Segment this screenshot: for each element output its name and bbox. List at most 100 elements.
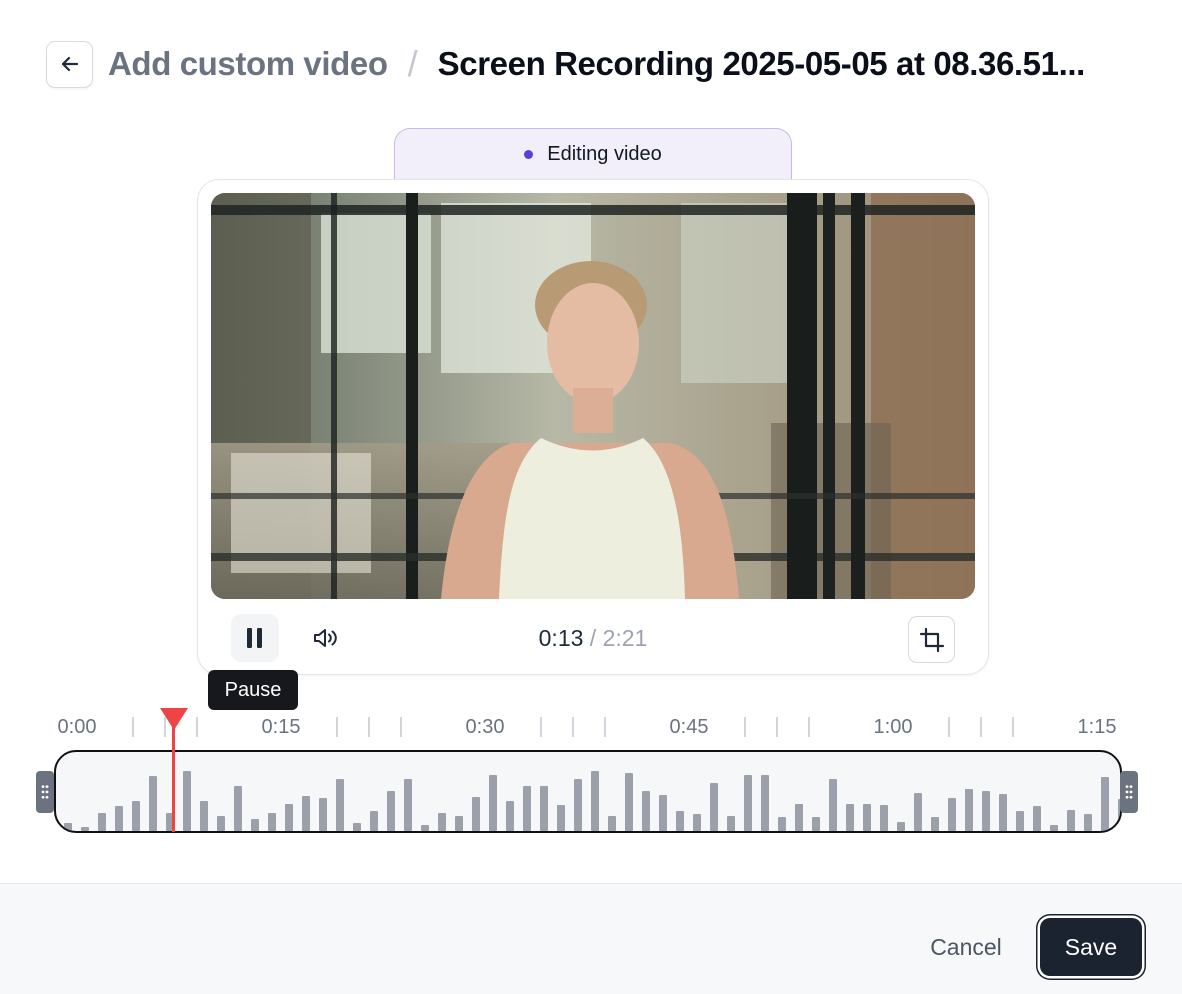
- trim-handle-end[interactable]: [1120, 771, 1138, 813]
- waveform-bar: [336, 779, 344, 831]
- waveform-bar: [710, 783, 718, 831]
- video-frame-image: [211, 193, 975, 599]
- waveform-bar: [1067, 810, 1075, 831]
- timeline-tick: [948, 717, 950, 737]
- waveform-bar: [1033, 806, 1041, 831]
- time-display: 0:13 / 2:21: [198, 625, 988, 652]
- waveform-bar: [506, 801, 514, 831]
- waveform-bar: [574, 779, 582, 831]
- waveform-bar: [846, 804, 854, 831]
- waveform-bar: [455, 816, 463, 831]
- waveform-bar: [727, 816, 735, 831]
- waveform-bar: [625, 773, 633, 831]
- status-dot: [524, 150, 534, 159]
- waveform-bar: [319, 798, 327, 831]
- waveform-track[interactable]: [54, 750, 1122, 833]
- waveform-bar: [540, 786, 548, 831]
- waveform-bar: [234, 786, 242, 831]
- grip-icon: [1125, 784, 1133, 800]
- waveform-bar: [676, 811, 684, 831]
- waveform-bar: [268, 813, 276, 831]
- waveform: [64, 771, 1120, 831]
- waveform-bar: [659, 795, 667, 831]
- breadcrumb-separator: /: [407, 43, 418, 84]
- waveform-bar: [557, 805, 565, 831]
- timeline-tick: [1012, 717, 1014, 737]
- waveform-bar: [863, 804, 871, 831]
- waveform-bar: [965, 789, 973, 831]
- timeline-label: 0:30: [465, 716, 505, 738]
- waveform-bar: [812, 817, 820, 831]
- waveform-bar: [523, 786, 531, 831]
- current-time: 0:13: [538, 625, 584, 651]
- timeline-tick: [400, 717, 402, 737]
- grip-icon: [41, 784, 49, 800]
- timeline-label: 0:00: [57, 716, 97, 738]
- video-player-card: 0:13 / 2:21: [197, 179, 989, 675]
- timeline[interactable]: 0:00 0:15 0:30 0:45 1:00 1:15: [0, 700, 1182, 850]
- waveform-bar: [744, 775, 752, 831]
- waveform-bar: [251, 819, 259, 831]
- waveform-bar: [948, 798, 956, 831]
- editing-status-tab: Editing video: [394, 128, 792, 184]
- waveform-bar: [642, 791, 650, 831]
- waveform-bar: [914, 793, 922, 831]
- waveform-bar: [285, 804, 293, 831]
- trim-handle-start[interactable]: [36, 771, 54, 813]
- duration: 2:21: [602, 625, 648, 651]
- crop-button[interactable]: [908, 616, 955, 663]
- timeline-tick: [980, 717, 982, 737]
- video-preview[interactable]: [211, 193, 975, 599]
- timeline-label: 0:45: [669, 716, 709, 738]
- waveform-bar: [149, 776, 157, 831]
- timeline-tick: [196, 717, 198, 737]
- cancel-button[interactable]: Cancel: [912, 922, 1020, 972]
- waveform-bar: [217, 816, 225, 831]
- page-title: Screen Recording 2025-05-05 at 08.36.51.…: [437, 45, 1086, 82]
- timeline-tick: [776, 717, 778, 737]
- waveform-bar: [421, 825, 429, 831]
- timeline-tick: [368, 717, 370, 737]
- waveform-bar: [404, 779, 412, 831]
- waveform-bar: [761, 775, 769, 831]
- waveform-bar: [1101, 777, 1109, 831]
- time-separator: /: [583, 625, 603, 651]
- waveform-bar: [931, 817, 939, 831]
- timeline-tick: [132, 717, 134, 737]
- waveform-bar: [1084, 814, 1092, 831]
- timeline-tick: [604, 717, 606, 737]
- crop-icon: [919, 627, 944, 652]
- editing-status-label: Editing video: [547, 143, 662, 165]
- waveform-bar: [591, 771, 599, 831]
- footer-bar: Cancel Save: [0, 883, 1182, 994]
- player-controls: 0:13 / 2:21: [198, 612, 988, 664]
- save-button[interactable]: Save: [1040, 918, 1142, 976]
- waveform-bar: [829, 779, 837, 831]
- timeline-tick: [540, 717, 542, 737]
- breadcrumb-parent[interactable]: Add custom video: [108, 45, 388, 83]
- timeline-label: 1:00: [873, 716, 913, 738]
- back-button[interactable]: [46, 40, 93, 88]
- waveform-bar: [472, 797, 480, 831]
- timeline-tick: [572, 717, 574, 737]
- waveform-bar: [982, 791, 990, 831]
- waveform-bar: [132, 801, 140, 831]
- timeline-tick: [336, 717, 338, 737]
- waveform-bar: [353, 823, 361, 831]
- arrow-left-icon: [61, 56, 78, 72]
- waveform-bar: [897, 822, 905, 831]
- waveform-bar: [1050, 825, 1058, 831]
- waveform-bar: [880, 805, 888, 831]
- timeline-tick: [744, 717, 746, 737]
- waveform-bar: [387, 791, 395, 831]
- playhead[interactable]: [172, 718, 175, 832]
- waveform-bar: [795, 804, 803, 831]
- timeline-label: 0:15: [261, 716, 301, 738]
- waveform-bar: [489, 775, 497, 831]
- waveform-bar: [115, 806, 123, 831]
- waveform-bar: [64, 823, 72, 831]
- waveform-bar: [183, 771, 191, 831]
- waveform-bar: [370, 811, 378, 831]
- waveform-bar: [608, 816, 616, 831]
- waveform-bar: [999, 794, 1007, 831]
